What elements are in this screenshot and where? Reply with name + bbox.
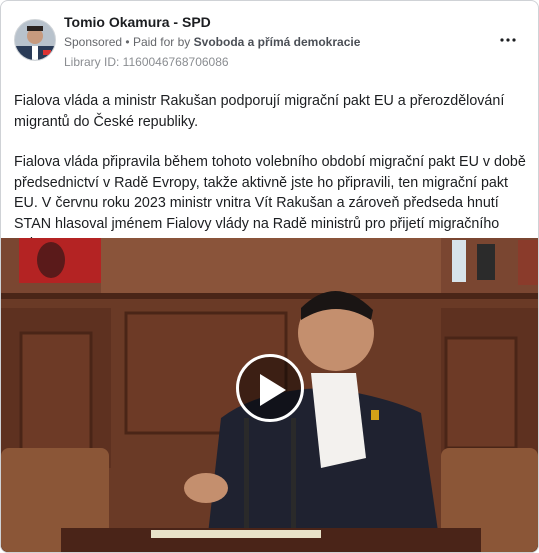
page-avatar[interactable] (14, 19, 56, 61)
sponsored-label: Sponsored (64, 35, 123, 49)
more-options-button[interactable] (500, 31, 516, 47)
body-paragraph: Fialova vláda a ministr Rakušan podporuj… (14, 93, 505, 130)
page-name[interactable]: Tomio Okamura - SPD (64, 14, 211, 30)
sponsored-line: Sponsored • Paid for by Svoboda a přímá … (64, 35, 360, 49)
ad-card: Tomio Okamura - SPD Sponsored • Paid for… (0, 0, 539, 553)
play-button[interactable] (236, 354, 304, 422)
library-id: Library ID: 1160046768706086 (64, 55, 229, 69)
separator-dot: • (125, 35, 130, 49)
ad-body: Fialova vláda a ministr Rakušan podporuj… (14, 91, 529, 255)
more-horizontal-icon (500, 38, 516, 42)
paid-for-by-prefix: Paid for by (132, 35, 191, 49)
play-icon (260, 374, 286, 406)
paid-for-by-link[interactable]: Svoboda a přímá demokracie (194, 35, 361, 49)
